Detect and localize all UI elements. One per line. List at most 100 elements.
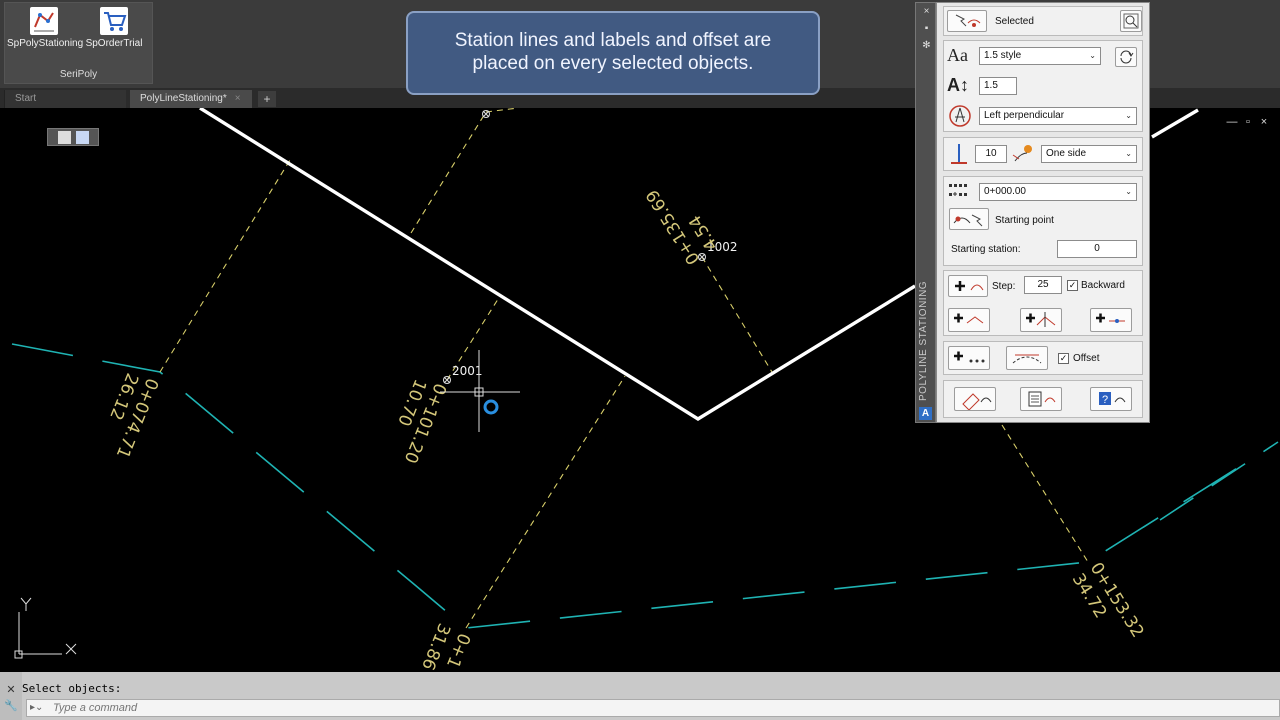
selected-polyline[interactable] <box>199 108 916 421</box>
tick-length-icon <box>947 141 971 167</box>
text-style-select[interactable]: 1.5 style ⌄ <box>979 47 1101 65</box>
step-label: Step: <box>992 281 1016 292</box>
svg-text:?: ? <box>1102 394 1108 406</box>
command-input-row: ▸⌄ <box>26 699 1280 717</box>
close-icon[interactable]: × <box>1256 116 1272 128</box>
crosshair-cursor <box>440 350 520 432</box>
poly-stationing-icon[interactable] <box>58 131 71 144</box>
sp-order-trial-button[interactable]: SpOrderTrial <box>77 5 151 61</box>
floating-mini-toolbar[interactable] <box>47 128 99 146</box>
actions-group: ? <box>943 380 1143 418</box>
tick-length-input[interactable]: 10 <box>975 145 1007 163</box>
restore-icon[interactable]: ▫ <box>1240 116 1256 128</box>
help-button[interactable]: ? <box>1090 387 1132 411</box>
polyline-segment[interactable] <box>1151 108 1199 139</box>
tab-start[interactable]: Start <box>4 90 126 108</box>
text-height-value: 1.5 <box>984 80 998 91</box>
chevron-down-icon: ⌄ <box>1125 149 1132 158</box>
command-input[interactable] <box>53 700 1253 716</box>
add-at-intersections-button[interactable] <box>1090 308 1132 332</box>
add-at-vertices-button[interactable] <box>948 308 990 332</box>
ucs-icon <box>14 597 77 659</box>
point-label-2001: 2001 <box>452 364 483 378</box>
text-height-icon: A↕ <box>947 75 969 95</box>
palette-title-strip[interactable]: × ▪ ✻ POLYLINE STATIONING A <box>915 2 936 423</box>
export-table-button[interactable] <box>1020 387 1062 411</box>
palette-settings-icon[interactable]: ✻ <box>920 39 933 52</box>
tab-close-icon[interactable]: × <box>235 93 241 104</box>
label-orientation-value: Left perpendicular <box>984 110 1065 121</box>
palette-close-icon[interactable]: × <box>920 5 933 18</box>
side-option-icon <box>1011 141 1037 167</box>
selected-label: Selected <box>995 16 1034 27</box>
text-height-input[interactable]: 1.5 <box>979 77 1017 95</box>
new-tab-button[interactable]: + <box>258 91 276 107</box>
step-group: Step: 25 ✓ Backward <box>943 270 1143 336</box>
backward-label: Backward <box>1081 280 1125 291</box>
erase-stations-button[interactable] <box>954 387 996 411</box>
station-start-group: 0+000.00 ⌄ Starting point Starting statio… <box>943 176 1143 266</box>
sp-poly-stationing-label: SpPolyStationing <box>7 38 84 49</box>
sp-poly-stationing-button[interactable]: SpPolyStationing <box>7 5 84 61</box>
offset-lines-button[interactable] <box>1006 346 1048 370</box>
starting-station-input[interactable]: 0 <box>1057 240 1137 258</box>
polyline-stationing-palette: Selected Aa 1.5 style ⌄ A↕ 1.5 Left perpe… <box>936 2 1150 423</box>
side-option-value: One side <box>1046 148 1087 159</box>
chevron-down-icon: ⌄ <box>1125 187 1132 196</box>
station-format-select[interactable]: 0+000.00 ⌄ <box>979 183 1137 201</box>
step-value: 25 <box>1037 279 1049 290</box>
ribbon-panel-seripoly: SpPolyStationing SpOrderTrial SeriPoly <box>4 2 153 84</box>
drawing-window-controls: — ▫ × <box>1224 116 1272 128</box>
poly-stationing-icon <box>30 7 58 35</box>
text-style-group: Aa 1.5 style ⌄ A↕ 1.5 Left perpendicular ⌄ <box>943 40 1143 132</box>
tab-start-label: Start <box>15 93 37 104</box>
palette-title-text: POLYLINE STATIONING <box>918 280 929 401</box>
caption-line-1: Station lines and labels and offset are <box>454 30 772 51</box>
starting-station-value: 0 <box>1094 243 1100 254</box>
zoom-selection-button[interactable] <box>1120 10 1142 32</box>
shopping-cart-icon <box>100 7 128 35</box>
offset-checkmark-icon: ✓ <box>1059 353 1068 363</box>
backward-checkmark-icon: ✓ <box>1068 280 1077 290</box>
tab-drawing-label: PolyLineStationing* <box>140 93 227 104</box>
chevron-down-icon: ⌄ <box>1089 51 1096 60</box>
ribbon-group-label: SeriPoly <box>59 69 98 80</box>
palette-properties-icon[interactable]: ▪ <box>920 22 933 35</box>
add-at-points-button[interactable] <box>1020 308 1062 332</box>
busy-cursor-icon <box>483 399 499 415</box>
step-input[interactable]: 25 <box>1024 276 1062 294</box>
command-line-side: ✕ 🔧 <box>0 672 22 720</box>
station-format-value: 0+000.00 <box>984 186 1026 197</box>
close-icon[interactable]: ✕ <box>0 682 22 698</box>
wrench-icon[interactable]: 🔧 <box>0 698 22 714</box>
side-option-select[interactable]: One side ⌄ <box>1041 145 1137 163</box>
tab-polyline-stationing[interactable]: PolyLineStationing* × <box>130 90 252 108</box>
caption-banner: Station lines and labels and offset are … <box>406 11 820 95</box>
add-by-step-button[interactable] <box>948 275 988 297</box>
backward-checkbox[interactable]: ✓ <box>1067 280 1078 291</box>
label-orientation-select[interactable]: Left perpendicular ⌄ <box>979 107 1137 125</box>
refresh-style-button[interactable] <box>1115 47 1137 67</box>
shopping-cart-icon[interactable] <box>76 131 89 144</box>
select-objects-button[interactable] <box>947 10 987 32</box>
offset-label: Offset <box>1073 353 1100 364</box>
text-style-icon: Aa <box>947 45 968 65</box>
starting-station-label: Starting station: <box>951 244 1021 255</box>
minimize-icon[interactable]: — <box>1224 116 1240 128</box>
command-history: Select objects: <box>22 682 122 695</box>
tick-group: 10 One side ⌄ <box>943 137 1143 171</box>
sp-order-trial-label: SpOrderTrial <box>85 38 143 49</box>
starting-point-button[interactable] <box>949 208 989 230</box>
selection-group: Selected <box>943 6 1143 36</box>
station-format-icon <box>947 181 973 201</box>
offset-points-button[interactable] <box>948 346 990 370</box>
autocad-logo-icon: A <box>919 407 932 420</box>
starting-point-label: Starting point <box>995 215 1054 226</box>
offset-checkbox[interactable]: ✓ <box>1058 353 1069 364</box>
label-orientation-icon <box>947 103 973 129</box>
offset-group: ✓ Offset <box>943 341 1143 375</box>
chevron-down-icon: ⌄ <box>1125 111 1132 120</box>
tick-length-value: 10 <box>985 148 997 159</box>
command-prompt-icon[interactable]: ▸⌄ <box>30 702 46 714</box>
text-style-value: 1.5 style <box>984 50 1022 61</box>
